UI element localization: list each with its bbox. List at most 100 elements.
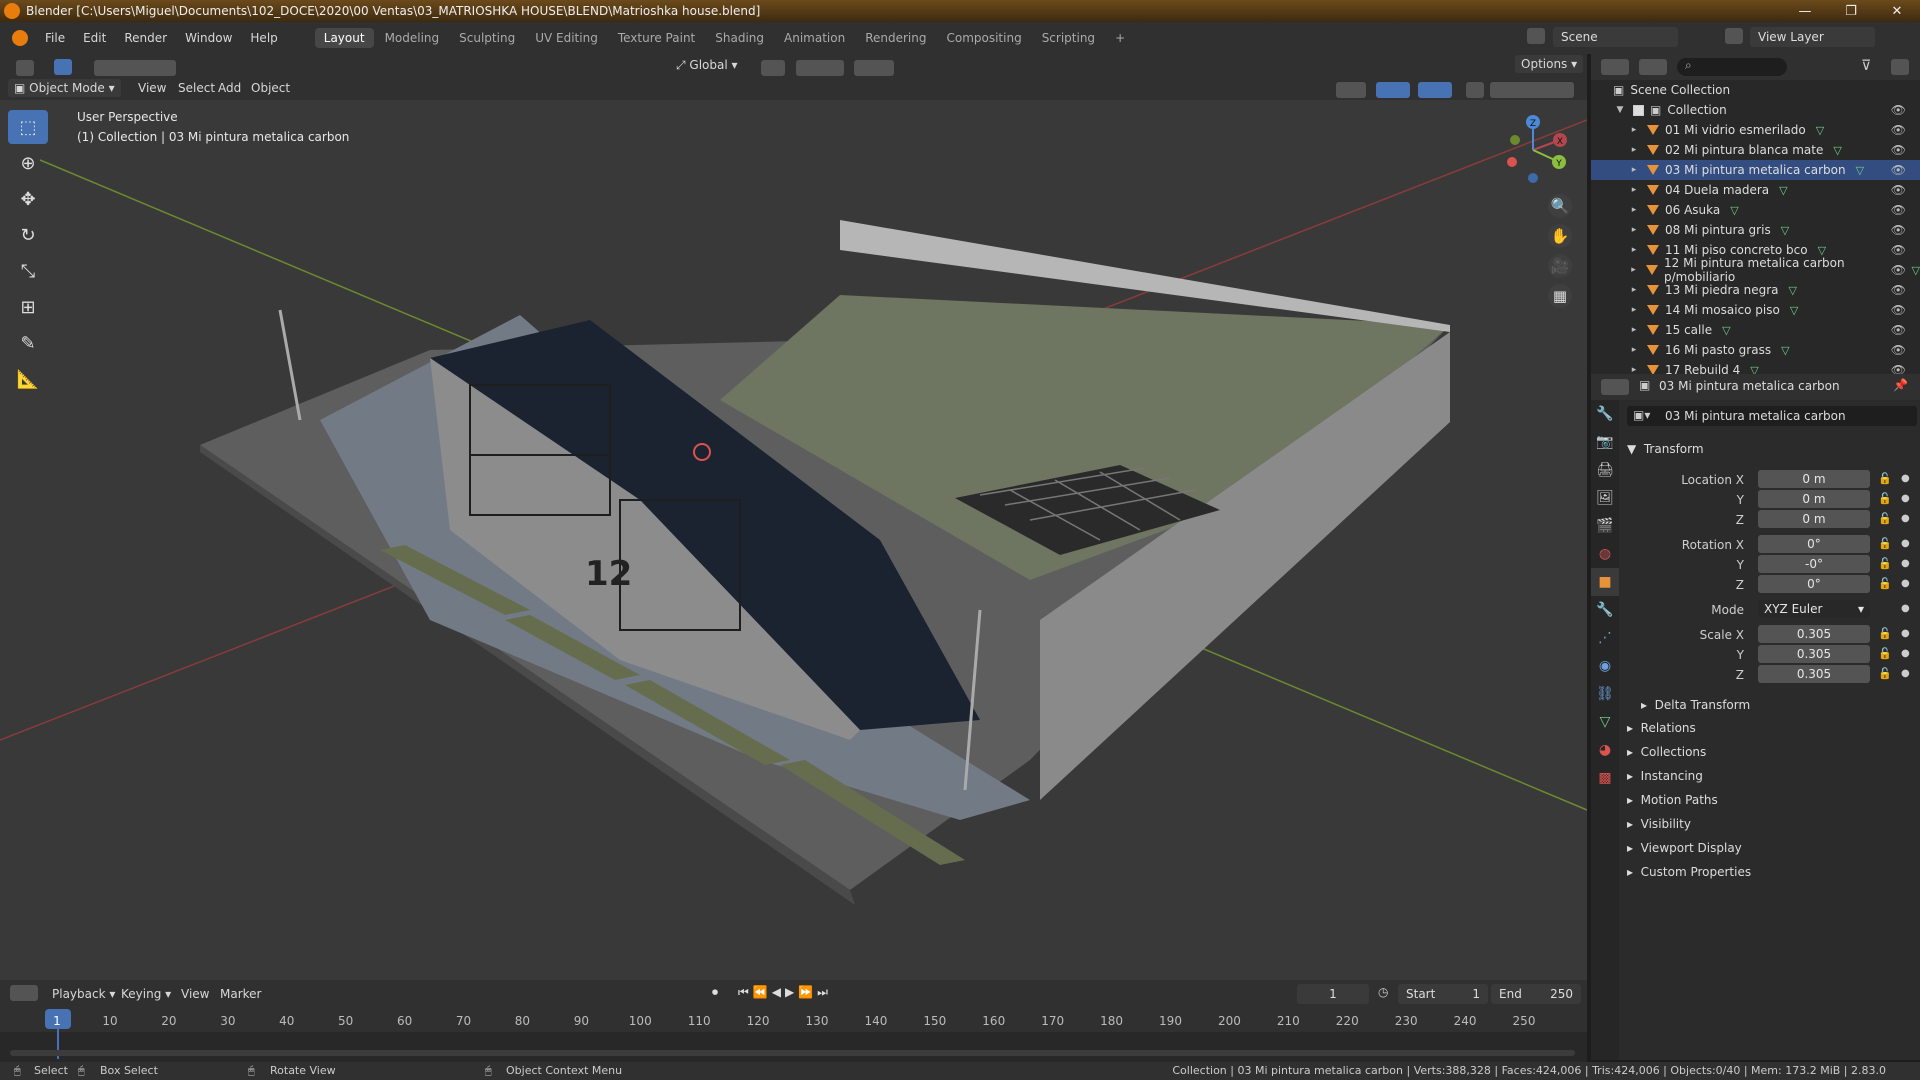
tab-sculpting[interactable]: Sculpting	[450, 28, 524, 48]
mesh-data-icon[interactable]: ▽	[1722, 324, 1730, 337]
keyframe-dot-icon[interactable]: ●	[1901, 628, 1910, 639]
outliner-object-row[interactable]: ▸ 12 Mi pintura metalica carbon p/mobilia…	[1591, 256, 1920, 284]
keyframe-dot-icon[interactable]: ●	[1901, 493, 1910, 504]
world-tab-icon[interactable]: ◍	[1591, 540, 1619, 568]
eye-icon[interactable]: 👁	[1891, 223, 1906, 237]
scale-tool-icon[interactable]: ⤡	[8, 254, 48, 288]
eye-icon[interactable]: 👁	[1891, 163, 1906, 177]
gizmo-toggle-icon[interactable]	[1370, 80, 1416, 100]
expand-triangle-icon[interactable]: ▸	[1627, 365, 1641, 374]
lock-icon[interactable]: 🔓	[1878, 492, 1892, 505]
end-frame-field[interactable]: End 250	[1491, 984, 1581, 1004]
expand-triangle-icon[interactable]: ▸	[1627, 265, 1640, 275]
data-tab-icon[interactable]: ▽	[1591, 708, 1619, 736]
outliner-editor-icon[interactable]	[1601, 59, 1629, 75]
select-tool-icon[interactable]	[48, 57, 78, 77]
keyframe-dot-icon[interactable]: ●	[1901, 538, 1910, 549]
playback-controls-icons[interactable]: ⏮⏪◀▶⏩⏭	[738, 985, 832, 1000]
collection-checkbox[interactable]	[1633, 104, 1644, 116]
camera-view-icon[interactable]: 🎥	[1548, 254, 1572, 278]
proportional-edit-icon[interactable]	[848, 58, 900, 78]
eye-icon[interactable]: 👁	[1891, 283, 1906, 297]
lock-icon[interactable]: 🔓	[1878, 577, 1892, 590]
keyframe-dot-icon[interactable]: ●	[1901, 513, 1910, 524]
orientation-dropdown[interactable]: ⤢ Global ▾	[670, 56, 744, 75]
tab-modeling[interactable]: Modeling	[376, 28, 449, 48]
outliner-object-row[interactable]: ▸ 06 Asuka ▽ 👁	[1591, 200, 1920, 220]
view-layer-icon[interactable]	[1725, 28, 1743, 44]
tab-compositing[interactable]: Compositing	[937, 28, 1030, 48]
scale-y-field[interactable]: 0.305	[1758, 645, 1870, 663]
menu-file[interactable]: File	[36, 31, 74, 45]
tab-scripting[interactable]: Scripting	[1033, 28, 1104, 48]
lock-icon[interactable]: 🔓	[1878, 512, 1892, 525]
tab-layout[interactable]: Layout	[314, 28, 374, 48]
keyframe-dot-icon[interactable]: ●	[1901, 668, 1910, 679]
measure-tool-icon[interactable]: 📐	[8, 362, 48, 396]
keyframe-dot-icon[interactable]: ●	[1901, 473, 1910, 484]
clock-icon[interactable]: ◷	[1378, 985, 1388, 999]
ortho-grid-icon[interactable]: ▦	[1548, 284, 1572, 308]
expand-triangle-icon[interactable]: ▸	[1627, 205, 1641, 215]
keyframe-dot-icon[interactable]: ●	[1901, 578, 1910, 589]
panel-viewport-display[interactable]: ▸ Viewport Display	[1627, 841, 1742, 855]
scene-field[interactable]: Scene	[1553, 27, 1678, 47]
rotation-mode-dropdown[interactable]: XYZ Euler ▾	[1758, 600, 1870, 618]
tab-rendering[interactable]: Rendering	[856, 28, 935, 48]
display-mode-icon[interactable]	[1639, 59, 1667, 75]
mesh-data-icon[interactable]: ▽	[1816, 124, 1824, 137]
outliner-object-row[interactable]: ▸ 08 Mi pintura gris ▽ 👁	[1591, 220, 1920, 240]
minimize-button[interactable]: —	[1782, 0, 1828, 22]
tab-uv-editing[interactable]: UV Editing	[526, 28, 607, 48]
timeline-view-menu[interactable]: View	[175, 985, 215, 1003]
mesh-data-icon[interactable]: ▽	[1779, 184, 1787, 197]
mesh-data-icon[interactable]: ▽	[1790, 304, 1798, 317]
cursor-tool-icon[interactable]: ⊕	[8, 146, 48, 180]
selection-mode-icons[interactable]	[88, 58, 182, 78]
timeline-editor-icon[interactable]	[10, 985, 38, 1001]
move-tool-icon[interactable]: ✥	[8, 182, 48, 216]
outliner-object-row[interactable]: ▸ 16 Mi pasto grass ▽ 👁	[1591, 340, 1920, 360]
playback-menu[interactable]: Playback ▾	[46, 985, 121, 1003]
outliner-object-row[interactable]: ▸ 17 Rebuild 4 ▽ 👁	[1591, 360, 1920, 374]
panel-custom-properties[interactable]: ▸ Custom Properties	[1627, 865, 1751, 879]
timeline[interactable]: 1 10 20 30 40 50 60 70 80 90 100 110 120 130 140 150 160…	[0, 1006, 1587, 1062]
object-tab-icon[interactable]: ■	[1591, 568, 1619, 596]
delta-transform-subpanel[interactable]: ▸ Delta Transform	[1641, 698, 1750, 712]
menu-object[interactable]: Object	[245, 79, 296, 97]
scene-tab-icon[interactable]: 🎬	[1591, 512, 1619, 540]
view-layer-field[interactable]: View Layer	[1750, 27, 1875, 47]
panel-relations[interactable]: ▸ Relations	[1627, 721, 1696, 735]
expand-triangle-icon[interactable]: ▸	[1627, 305, 1641, 315]
shading-mode-icons[interactable]	[1484, 80, 1580, 100]
menu-window[interactable]: Window	[176, 31, 241, 45]
options-dropdown[interactable]: Options ▾	[1515, 55, 1584, 73]
blender-menu-icon[interactable]	[12, 30, 28, 46]
mesh-data-icon[interactable]: ▽	[1818, 244, 1826, 257]
keyframe-dot-icon[interactable]: ●	[1901, 603, 1910, 614]
lock-icon[interactable]: 🔓	[1878, 557, 1892, 570]
keyframe-dot-icon[interactable]: ●	[1901, 648, 1910, 659]
rotation-z-field[interactable]: 0°	[1758, 575, 1870, 593]
eye-icon[interactable]: 👁	[1891, 303, 1906, 317]
particles-tab-icon[interactable]: ⋰	[1591, 624, 1619, 652]
overlay-toggle-icon[interactable]	[1412, 80, 1458, 100]
output-tab-icon[interactable]: 🖨	[1591, 456, 1619, 484]
panel-motion-paths[interactable]: ▸ Motion Paths	[1627, 793, 1718, 807]
editor-type-icon[interactable]	[10, 58, 40, 78]
timeline-scrollbar[interactable]	[10, 1050, 1575, 1056]
panel-collections[interactable]: ▸ Collections	[1627, 745, 1706, 759]
outliner-object-row[interactable]: ▸ 03 Mi pintura metalica carbon ▽ 👁	[1591, 160, 1920, 180]
filter-icon[interactable]: ⊽	[1861, 58, 1871, 74]
keyframe-dot-icon[interactable]: ●	[1901, 558, 1910, 569]
scene-collection-row[interactable]: ▣ Scene Collection	[1591, 80, 1920, 100]
properties-editor-icon[interactable]	[1601, 379, 1629, 395]
pivot-icon[interactable]	[755, 58, 791, 78]
tool-tab-icon[interactable]: 🔧	[1591, 400, 1619, 428]
add-workspace-button[interactable]: +	[1106, 28, 1134, 48]
transform-tool-icon[interactable]: ⊞	[8, 290, 48, 324]
navigation-gizmo[interactable]: X Y Z	[1495, 110, 1570, 190]
tab-animation[interactable]: Animation	[775, 28, 854, 48]
expand-triangle-icon[interactable]: ▸	[1627, 245, 1641, 255]
location-x-field[interactable]: 0 m	[1758, 470, 1870, 488]
